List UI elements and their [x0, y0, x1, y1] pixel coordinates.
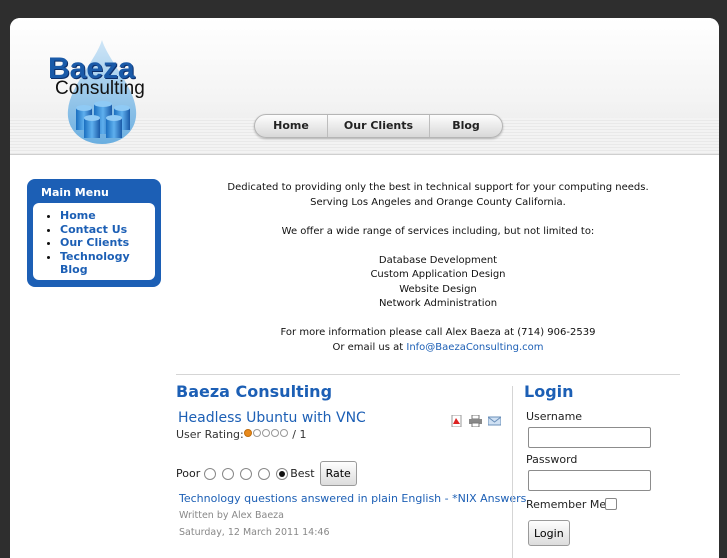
nav-home[interactable]: Home	[255, 115, 328, 137]
logo[interactable]: Baeza Consulting	[46, 38, 166, 148]
login-button[interactable]: Login	[528, 520, 570, 546]
vote-radio-3[interactable]	[240, 467, 253, 480]
service-item: Database Development	[378, 254, 498, 266]
user-rating: User Rating: / 1	[176, 428, 306, 441]
post-date: Saturday, 12 March 2011 14:46	[179, 527, 330, 538]
post-intro-link[interactable]: Technology questions answered in plain E…	[179, 492, 526, 505]
email-link[interactable]: Info@BaezaConsulting.com	[406, 342, 543, 353]
rating-stars	[243, 427, 289, 440]
column-divider	[512, 386, 513, 558]
remember-me-label: Remember Me	[526, 498, 607, 511]
vote-high-label: Best	[290, 467, 315, 480]
intro-line: Serving Los Angeles and Orange County Ca…	[310, 196, 566, 208]
intro-text: Dedicated to providing only the best in …	[176, 181, 700, 355]
vote-radio-5[interactable]	[276, 467, 289, 480]
menu-item-label[interactable]: Home	[60, 209, 96, 222]
logo-text-consulting: Consulting	[55, 78, 145, 99]
post-author: Written by Alex Baeza	[179, 510, 284, 521]
rating-label: User Rating:	[176, 428, 244, 441]
password-label: Password	[526, 453, 578, 466]
top-navigation: Home Our Clients Blog	[254, 114, 503, 138]
menu-item-clients[interactable]: Our Clients	[60, 236, 155, 250]
nav-our-clients[interactable]: Our Clients	[328, 115, 430, 137]
contact-line: For more information please call Alex Ba…	[280, 327, 596, 338]
vote-low-label: Poor	[176, 467, 201, 480]
rating-vote: Poor Best Rate	[176, 461, 357, 486]
login-title: Login	[524, 382, 574, 401]
menu-item-label[interactable]: Technology Blog	[60, 250, 130, 277]
email-icon[interactable]	[487, 412, 502, 426]
menu-item-label[interactable]: Contact Us	[60, 223, 127, 236]
site-header: Baeza Consulting Home Our Clients Blog	[10, 18, 719, 155]
vote-radio-2[interactable]	[222, 467, 235, 480]
username-label: Username	[526, 410, 583, 423]
main-menu-title: Main Menu	[41, 186, 109, 199]
intro-line: We offer a wide range of services includ…	[281, 225, 595, 237]
intro-line: Dedicated to providing only the best in …	[227, 182, 649, 193]
content-divider	[176, 374, 680, 375]
post-actions	[450, 412, 502, 428]
print-icon[interactable]	[469, 412, 482, 428]
main-menu-box: Home Contact Us Our Clients Technology B…	[33, 203, 155, 280]
main-menu: Main Menu Home Contact Us Our Clients Te…	[27, 179, 161, 287]
rate-button[interactable]: Rate	[319, 461, 357, 486]
menu-item-contact[interactable]: Contact Us	[60, 223, 155, 237]
service-item: Custom Application Design	[370, 269, 506, 280]
blog-section: Baeza Consulting Headless Ubuntu with VN…	[176, 382, 526, 538]
vote-radio-4[interactable]	[258, 467, 271, 480]
menu-item-label[interactable]: Our Clients	[60, 236, 129, 249]
rating-count: / 1	[292, 428, 307, 441]
vote-radio-1[interactable]	[204, 467, 217, 480]
email-line: Or email us at Info@BaezaConsulting.com	[176, 341, 700, 356]
pdf-icon[interactable]	[450, 412, 463, 428]
section-title: Baeza Consulting	[176, 382, 333, 401]
service-item: Network Administration	[378, 298, 498, 309]
username-input[interactable]	[528, 427, 651, 448]
login-module: Login Username Password Remember Me Logi…	[524, 382, 694, 546]
remember-me-checkbox[interactable]	[605, 498, 617, 510]
menu-item-blog[interactable]: Technology Blog	[60, 250, 155, 277]
password-input[interactable]	[528, 470, 651, 491]
nav-blog[interactable]: Blog	[430, 115, 502, 137]
page: Baeza Consulting Home Our Clients Blog M…	[10, 18, 719, 558]
email-prefix: Or email us at	[332, 341, 404, 353]
service-item: Website Design	[399, 283, 477, 295]
menu-item-home[interactable]: Home	[60, 209, 155, 223]
post-title[interactable]: Headless Ubuntu with VNC	[178, 410, 366, 426]
